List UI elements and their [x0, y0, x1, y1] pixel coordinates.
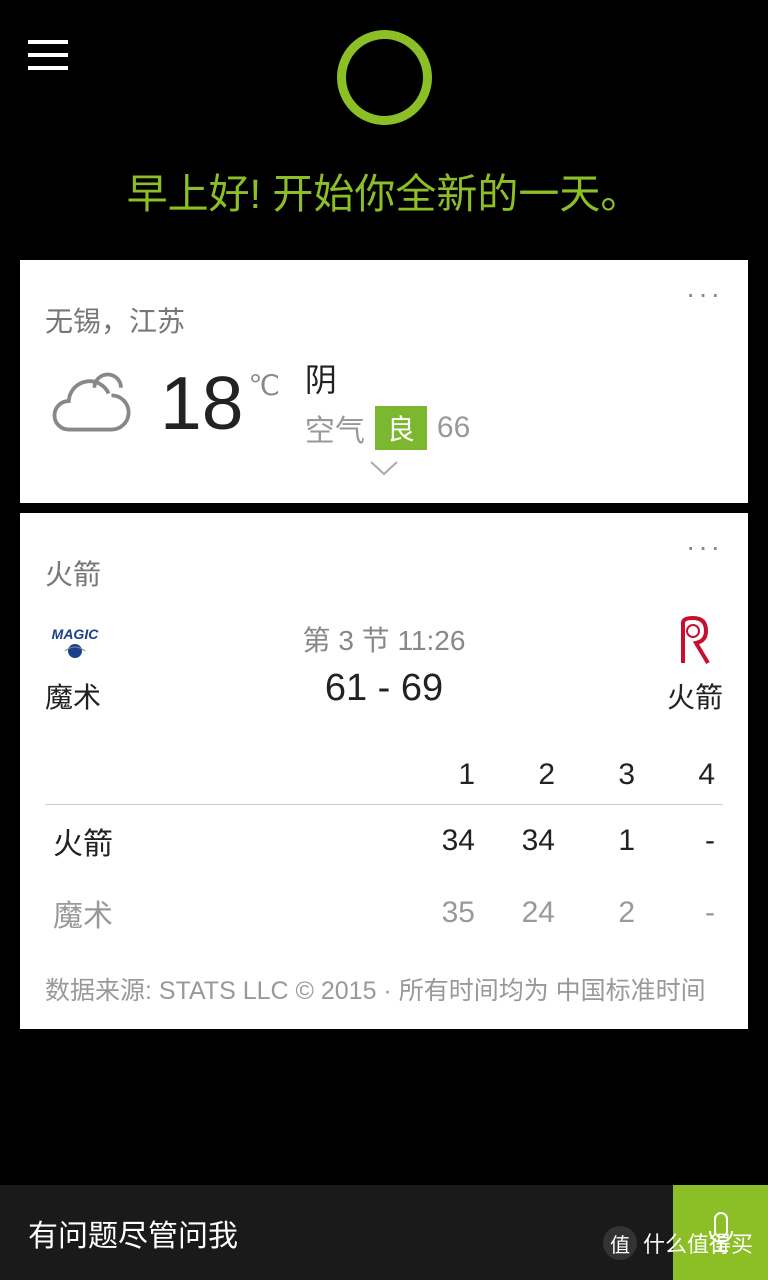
chevron-down-icon[interactable] — [45, 460, 723, 483]
score-table: 1 2 3 4 火箭 34 34 1 - 魔术 35 24 2 - — [45, 746, 723, 949]
quarter-header: 4 — [643, 746, 723, 805]
team-home-name: 火箭 — [667, 676, 723, 716]
sports-match: MAGIC 魔术 第 3 节 11:26 61 - 69 — [45, 613, 723, 716]
weather-condition-block: 阴 空气 良 66 — [305, 355, 470, 450]
weather-location: 无锡，江苏 — [45, 300, 723, 340]
card-menu-icon[interactable]: ··· — [686, 531, 723, 563]
svg-text:MAGIC: MAGIC — [52, 626, 100, 642]
air-label: 空气 — [305, 406, 365, 450]
table-row: 火箭 34 34 1 - — [45, 805, 723, 878]
row-q-value: 24 — [483, 877, 563, 949]
quarter-header: 2 — [483, 746, 563, 805]
row-team-name: 火箭 — [45, 805, 403, 878]
table-row: 魔术 35 24 2 - — [45, 877, 723, 949]
cortana-ring-icon[interactable] — [337, 30, 432, 125]
weather-main: 18 ℃ 阴 空气 良 66 — [45, 355, 723, 450]
row-q-value: 1 — [563, 805, 643, 878]
row-team-name: 魔术 — [45, 877, 403, 949]
row-q-value: 34 — [483, 805, 563, 878]
row-q-value: 35 — [403, 877, 483, 949]
app-header — [0, 0, 768, 120]
team-away: MAGIC 魔术 — [45, 613, 165, 716]
card-menu-icon[interactable]: ··· — [686, 278, 723, 310]
weather-card[interactable]: ··· 无锡，江苏 18 ℃ 阴 空气 良 66 — [20, 260, 748, 503]
team-away-name: 魔术 — [45, 676, 101, 716]
air-quality-badge: 良 — [375, 406, 427, 450]
microphone-button[interactable] — [673, 1185, 768, 1280]
row-q-value: - — [643, 877, 723, 949]
air-value: 66 — [437, 411, 470, 445]
weather-temp: 18 — [160, 360, 243, 446]
row-q-value: - — [643, 805, 723, 878]
weather-unit: ℃ — [248, 369, 279, 402]
sports-card[interactable]: ··· 火箭 MAGIC 魔术 第 3 节 11:26 61 - 69 — [20, 513, 748, 1029]
match-status: 第 3 节 11:26 — [165, 619, 603, 659]
row-q-value: 2 — [563, 877, 643, 949]
match-score: 61 - 69 — [165, 667, 603, 710]
team-home: 火箭 — [603, 613, 723, 716]
greeting-text: 早上好! 开始你全新的一天。 — [0, 160, 768, 220]
cards-container: ··· 无锡，江苏 18 ℃ 阴 空气 良 66 ··· 火箭 — [0, 260, 768, 1029]
microphone-icon — [704, 1209, 738, 1257]
sports-card-title: 火箭 — [45, 553, 723, 593]
weather-condition: 阴 — [305, 355, 470, 401]
menu-icon[interactable] — [28, 40, 68, 70]
team-home-logo-icon — [663, 613, 723, 668]
quarter-header: 3 — [563, 746, 643, 805]
table-header-row: 1 2 3 4 — [45, 746, 723, 805]
cloud-icon — [45, 365, 140, 440]
search-prompt[interactable]: 有问题尽管问我 — [0, 1211, 673, 1255]
quarter-header: 1 — [403, 746, 483, 805]
weather-air: 空气 良 66 — [305, 406, 470, 450]
data-source-text: 数据来源: STATS LLC © 2015 · 所有时间均为 中国标准时间 — [45, 974, 723, 1009]
search-bar[interactable]: 有问题尽管问我 — [0, 1185, 768, 1280]
team-away-logo-icon: MAGIC — [45, 613, 105, 668]
row-q-value: 34 — [403, 805, 483, 878]
match-center: 第 3 节 11:26 61 - 69 — [165, 619, 603, 710]
